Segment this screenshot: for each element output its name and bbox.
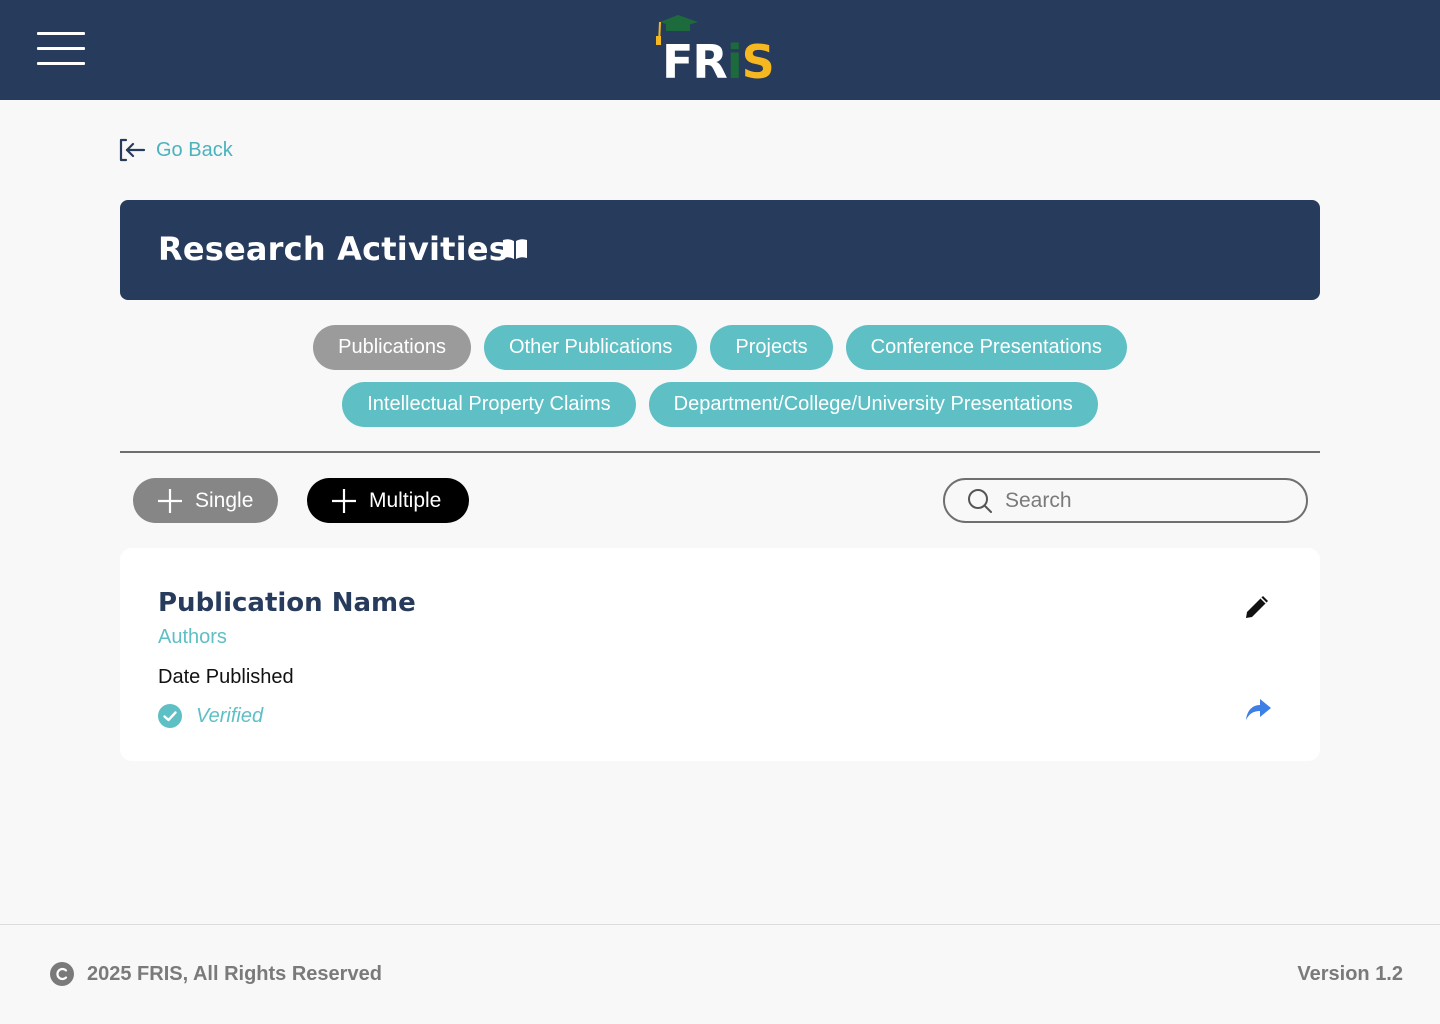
version-label: Version 1.2 bbox=[1297, 963, 1403, 985]
add-multiple-button[interactable]: Multiple bbox=[307, 478, 469, 523]
pencil-edit-icon[interactable] bbox=[1243, 593, 1271, 621]
add-single-label: Single bbox=[195, 488, 254, 512]
logo-text: FRiS bbox=[662, 35, 775, 89]
share-forward-icon[interactable] bbox=[1244, 697, 1272, 723]
publication-title: Publication Name bbox=[158, 588, 416, 618]
go-back-link[interactable]: Go Back bbox=[118, 136, 233, 164]
sign-out-arrow-left-icon bbox=[119, 138, 146, 162]
footer-copyright: 2025 FRIS, All Rights Reserved bbox=[50, 962, 382, 986]
search-box[interactable] bbox=[943, 478, 1308, 523]
go-back-label[interactable]: Go Back bbox=[156, 139, 233, 162]
copyright-text: 2025 FRIS, All Rights Reserved bbox=[87, 962, 382, 985]
check-circle-icon bbox=[158, 704, 182, 728]
plus-icon bbox=[158, 488, 182, 513]
top-navigation-bar: FRiS bbox=[0, 0, 1440, 100]
tab-projects[interactable]: Projects bbox=[710, 325, 833, 370]
section-divider bbox=[120, 451, 1320, 453]
tab-publications[interactable]: Publications bbox=[313, 325, 471, 370]
publication-card: Publication Name Authors Date Published … bbox=[120, 548, 1320, 761]
category-tabs-row-1: Publications Other Publications Projects… bbox=[0, 325, 1440, 370]
copyright-icon bbox=[50, 962, 74, 986]
fris-logo[interactable]: FRiS bbox=[654, 14, 788, 89]
tab-conference-presentations[interactable]: Conference Presentations bbox=[845, 325, 1127, 370]
search-input[interactable] bbox=[1005, 488, 1275, 513]
publication-date: Date Published bbox=[158, 666, 294, 688]
footer-divider bbox=[0, 924, 1440, 925]
hamburger-menu-icon[interactable] bbox=[37, 32, 85, 66]
verified-status: Verified bbox=[158, 704, 263, 728]
search-icon bbox=[968, 488, 992, 513]
tab-other-publications[interactable]: Other Publications bbox=[483, 325, 698, 370]
verified-label: Verified bbox=[196, 704, 264, 727]
book-open-icon bbox=[503, 239, 527, 259]
tab-intellectual-property-claims[interactable]: Intellectual Property Claims bbox=[342, 382, 636, 427]
tab-department-college-university-presentations[interactable]: Department/College/University Presentati… bbox=[648, 382, 1098, 427]
publication-authors: Authors bbox=[158, 626, 227, 648]
add-single-button[interactable]: Single bbox=[133, 478, 278, 523]
section-banner: Research Activities bbox=[120, 200, 1320, 300]
page-title: Research Activities bbox=[158, 230, 509, 268]
plus-icon bbox=[332, 488, 356, 513]
category-tabs-row-2: Intellectual Property Claims Department/… bbox=[0, 382, 1440, 427]
add-multiple-label: Multiple bbox=[369, 488, 442, 512]
